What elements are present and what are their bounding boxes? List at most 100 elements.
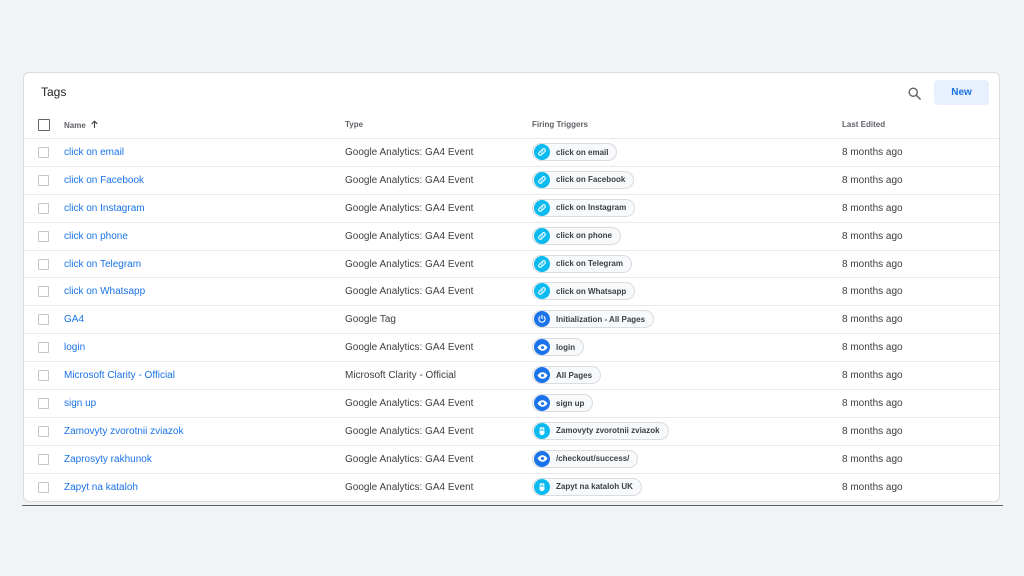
- tag-name-link[interactable]: GA4: [64, 314, 84, 325]
- table-row[interactable]: click on Instagram Google Analytics: GA4 …: [24, 195, 999, 223]
- select-all-checkbox[interactable]: [38, 119, 50, 131]
- new-tag-button[interactable]: New: [934, 80, 989, 105]
- row-checkbox[interactable]: [38, 398, 49, 410]
- trigger-chip-label: click on email: [556, 147, 609, 157]
- tag-type: Google Analytics: GA4 Event: [345, 342, 474, 354]
- tag-type: Google Analytics: GA4 Event: [345, 425, 474, 437]
- row-checkbox[interactable]: [38, 370, 49, 382]
- tag-type: Google Analytics: GA4 Event: [345, 230, 474, 242]
- row-checkbox[interactable]: [38, 230, 49, 242]
- last-edited: 8 months ago: [842, 453, 903, 465]
- table-row[interactable]: Zaprosyty rakhunok Google Analytics: GA4 …: [24, 446, 999, 474]
- eye-icon: [534, 367, 550, 384]
- row-checkbox[interactable]: [38, 481, 49, 493]
- column-header-name-label: Name: [64, 121, 86, 130]
- eye-icon: [534, 450, 550, 467]
- table-row[interactable]: login Google Analytics: GA4 Event login 8 m…: [24, 334, 999, 363]
- row-checkbox[interactable]: [38, 258, 49, 270]
- row-checkbox[interactable]: [38, 202, 49, 214]
- link-icon: [534, 171, 550, 188]
- link-icon: [534, 255, 550, 272]
- mouse-icon: [534, 478, 550, 495]
- tag-type: Microsoft Clarity - Official: [345, 370, 456, 382]
- tag-name-link[interactable]: Zapyt na kataloh: [64, 482, 138, 493]
- trigger-chip[interactable]: Initialization - All Pages: [532, 310, 655, 329]
- trigger-chip[interactable]: /checkout/success/: [532, 449, 639, 468]
- column-header-type[interactable]: Type: [345, 120, 363, 129]
- last-edited: 8 months ago: [842, 258, 903, 270]
- trigger-chip[interactable]: click on Whatsapp: [532, 282, 636, 301]
- bottom-divider: [22, 505, 1003, 506]
- column-header-firing-triggers[interactable]: Firing Triggers: [532, 120, 588, 129]
- tag-type: Google Analytics: GA4 Event: [345, 202, 474, 214]
- table-row[interactable]: click on Telegram Google Analytics: GA4 E…: [24, 251, 999, 279]
- tag-name-link[interactable]: sign up: [64, 398, 96, 409]
- row-checkbox[interactable]: [38, 342, 49, 354]
- tag-name-link[interactable]: Zaprosyty rakhunok: [64, 454, 152, 465]
- table-row[interactable]: Zapyt na kataloh Google Analytics: GA4 Ev…: [24, 474, 999, 501]
- link-icon: [534, 144, 550, 160]
- mouse-icon: [534, 422, 550, 439]
- table-row[interactable]: sign up Google Analytics: GA4 Event sign u…: [24, 390, 999, 418]
- row-checkbox[interactable]: [38, 314, 49, 326]
- tag-type: Google Analytics: GA4 Event: [345, 147, 474, 158]
- tag-name-link[interactable]: login: [64, 342, 85, 353]
- tag-name-link[interactable]: Zamovyty zvorotnii zviazok: [64, 426, 183, 437]
- tag-type: Google Tag: [345, 314, 396, 326]
- table-row[interactable]: click on phone Google Analytics: GA4 Even…: [24, 223, 999, 251]
- trigger-chip[interactable]: sign up: [532, 394, 594, 413]
- trigger-chip-label: Initialization - All Pages: [556, 314, 646, 324]
- card-header: Tags New: [24, 73, 999, 113]
- trigger-chip-label: click on Facebook: [556, 175, 626, 185]
- table-body: click on email Google Analytics: GA4 Even…: [24, 139, 999, 501]
- trigger-chip[interactable]: Zamovyty zvorotnii zviazok: [532, 421, 669, 440]
- tag-name-link[interactable]: click on Telegram: [64, 259, 141, 270]
- trigger-chip-label: click on Whatsapp: [556, 286, 627, 296]
- trigger-chip-label: sign up: [556, 398, 585, 408]
- row-checkbox[interactable]: [38, 286, 49, 298]
- last-edited: 8 months ago: [842, 202, 903, 214]
- tag-name-link[interactable]: click on Whatsapp: [64, 286, 145, 297]
- table-row[interactable]: Zamovyty zvorotnii zviazok Google Analyti…: [24, 418, 999, 446]
- column-header-last-edited[interactable]: Last Edited: [842, 120, 885, 129]
- tags-card: Tags New Name Type Firing Triggers Last …: [23, 72, 1000, 502]
- trigger-chip[interactable]: click on Telegram: [532, 254, 632, 273]
- table-row[interactable]: Microsoft Clarity - Official Microsoft Cl…: [24, 362, 999, 391]
- column-header-name[interactable]: Name: [64, 120, 99, 131]
- table-row[interactable]: GA4 Google Tag Initialization - All Pages 8…: [24, 306, 999, 335]
- row-checkbox[interactable]: [38, 453, 49, 465]
- table-row[interactable]: click on Facebook Google Analytics: GA4 E…: [24, 167, 999, 195]
- last-edited: 8 months ago: [842, 314, 903, 326]
- tag-type: Google Analytics: GA4 Event: [345, 286, 474, 298]
- tag-name-link[interactable]: Microsoft Clarity - Official: [64, 370, 175, 381]
- row-checkbox[interactable]: [38, 147, 49, 158]
- last-edited: 8 months ago: [842, 481, 903, 493]
- tag-name-link[interactable]: click on email: [64, 147, 124, 158]
- trigger-chip[interactable]: Zapyt na kataloh UK: [532, 477, 642, 496]
- sort-ascending-icon[interactable]: [90, 120, 99, 131]
- trigger-chip[interactable]: login: [532, 338, 585, 357]
- tag-name-link[interactable]: click on phone: [64, 231, 128, 242]
- trigger-chip[interactable]: click on email: [532, 143, 618, 161]
- tag-name-link[interactable]: click on Facebook: [64, 175, 144, 186]
- trigger-chip-label: All Pages: [556, 370, 593, 380]
- table-header-row: Name Type Firing Triggers Last Edited: [24, 111, 999, 139]
- link-icon: [534, 199, 550, 216]
- trigger-chip[interactable]: click on Facebook: [532, 170, 635, 189]
- search-icon[interactable]: [904, 83, 924, 103]
- last-edited: 8 months ago: [842, 425, 903, 437]
- eye-icon: [534, 339, 550, 356]
- tag-name-link[interactable]: click on Instagram: [64, 203, 145, 214]
- row-checkbox[interactable]: [38, 425, 49, 437]
- tag-type: Google Analytics: GA4 Event: [345, 398, 474, 410]
- card-title: Tags: [41, 85, 67, 99]
- table-row[interactable]: click on email Google Analytics: GA4 Even…: [24, 139, 999, 167]
- trigger-chip[interactable]: click on Instagram: [532, 198, 636, 217]
- table-row[interactable]: click on Whatsapp Google Analytics: GA4 E…: [24, 278, 999, 307]
- row-checkbox[interactable]: [38, 174, 49, 186]
- trigger-chip-label: click on Telegram: [556, 259, 623, 269]
- last-edited: 8 months ago: [842, 398, 903, 410]
- trigger-chip[interactable]: All Pages: [532, 366, 602, 385]
- tags-table: Name Type Firing Triggers Last Edited cl…: [24, 111, 999, 501]
- trigger-chip[interactable]: click on phone: [532, 226, 622, 245]
